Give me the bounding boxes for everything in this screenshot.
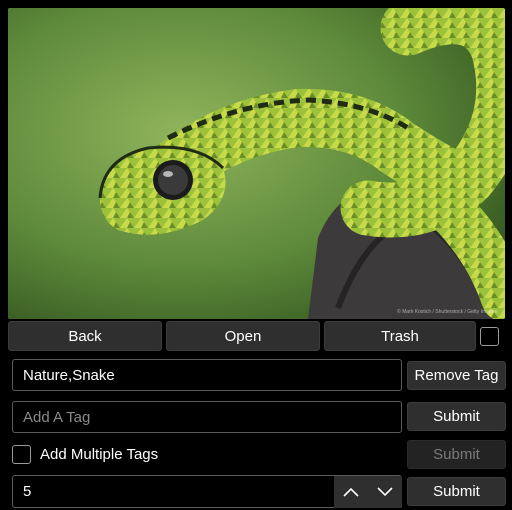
image-credit: © Mark Kostich / Shutterstock / Getty Im… — [397, 309, 497, 315]
back-button[interactable]: Back — [8, 321, 162, 351]
snake-image: © Mark Kostich / Shutterstock / Getty Im… — [8, 8, 505, 319]
submit-tag-button[interactable]: Submit — [407, 402, 506, 431]
select-checkbox[interactable] — [480, 327, 499, 346]
current-tags-field[interactable]: Nature,Snake — [12, 359, 402, 391]
tag-count-value: 5 — [23, 483, 32, 500]
trash-button[interactable]: Trash — [324, 321, 476, 351]
add-multiple-tags-checkbox[interactable] — [12, 445, 31, 464]
submit-count-button[interactable]: Submit — [407, 477, 506, 506]
submit-multiple-button[interactable]: Submit — [407, 440, 506, 469]
remove-tag-button[interactable]: Remove Tag — [407, 361, 506, 390]
chevron-down-icon — [377, 487, 393, 497]
snake-illustration — [8, 8, 505, 319]
open-button[interactable]: Open — [166, 321, 320, 351]
chevron-up-icon — [343, 487, 359, 497]
increment-button[interactable] — [334, 476, 368, 508]
decrement-button[interactable] — [368, 476, 402, 508]
add-multiple-tags-label: Add Multiple Tags — [40, 446, 159, 463]
add-tag-input[interactable]: Add A Tag — [12, 401, 402, 433]
